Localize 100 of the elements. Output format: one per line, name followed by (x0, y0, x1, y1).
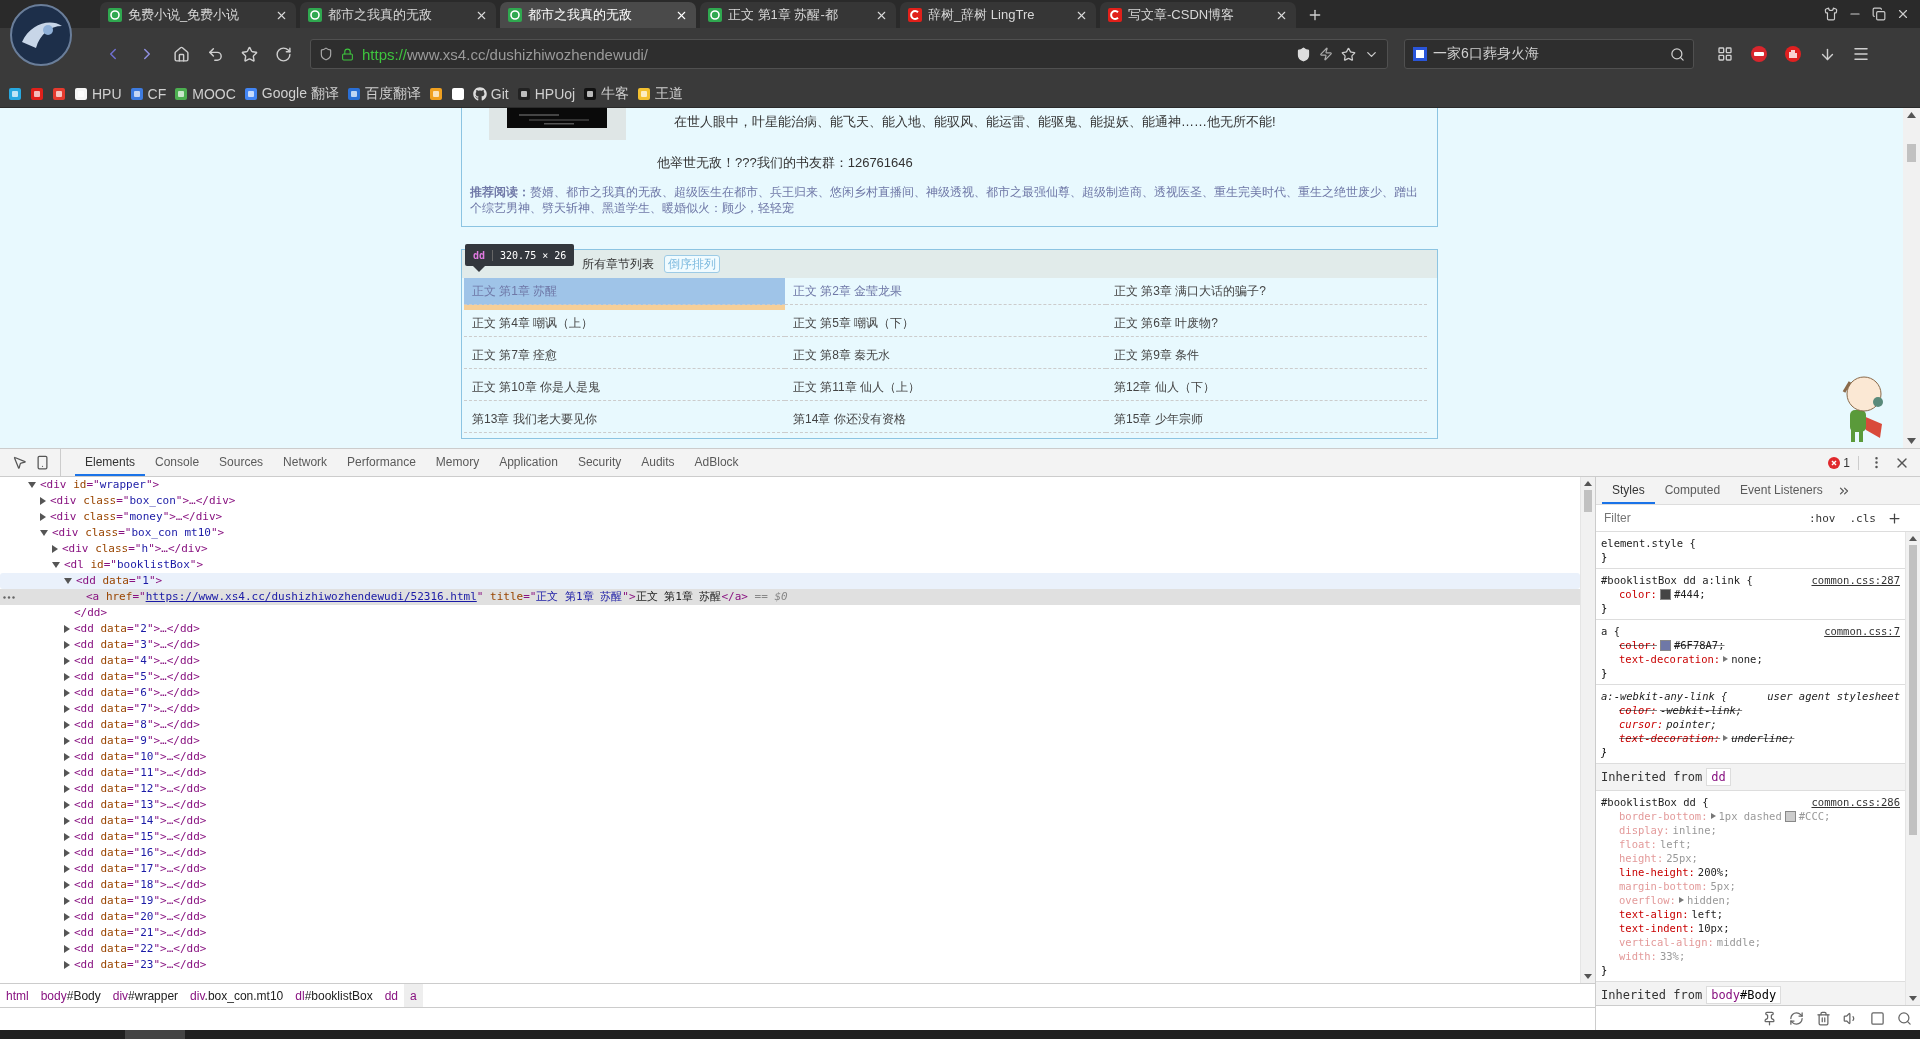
scroll-up-icon[interactable] (1907, 112, 1916, 118)
dom-node-line[interactable]: <dd data="3">…</dd> (0, 637, 1580, 653)
chapter-link[interactable]: 正文 第6章 叶废物? (1106, 310, 1427, 337)
dom-node-line[interactable]: <dd data="15">…</dd> (0, 829, 1580, 845)
chapter-link[interactable]: 正文 第2章 金莹龙果 (785, 278, 1106, 305)
scroll-thumb[interactable] (1907, 144, 1916, 162)
bookmark-link[interactable]: MOOC (174, 85, 236, 102)
scroll-up-icon[interactable] (1909, 536, 1917, 541)
bookmark-link[interactable]: Google 翻译 (243, 84, 339, 103)
bookmark-link[interactable]: 王道 (637, 84, 684, 103)
devtools-tab[interactable]: AdBlock (684, 449, 749, 476)
devtools-tab[interactable]: Security (567, 449, 632, 476)
bookmark-link[interactable]: 百度翻译 (346, 84, 421, 103)
scroll-thumb[interactable] (1584, 490, 1592, 512)
dom-node-line[interactable]: <dd data="2">…</dd> (0, 621, 1580, 637)
expand-arrow-icon[interactable] (64, 785, 70, 793)
browser-tab[interactable]: 都市之我真的无敌 (300, 2, 496, 28)
dom-node-line[interactable]: <dd data="11">…</dd> (0, 765, 1580, 781)
expand-arrow-icon[interactable] (64, 817, 70, 825)
breadcrumb-item[interactable]: div.box_con.mt10 (184, 984, 290, 1007)
bookmark-icon-link[interactable] (30, 86, 44, 101)
color-swatch[interactable] (1659, 639, 1671, 651)
dom-node-line[interactable]: <div class="box_con mt10"> (0, 525, 1580, 541)
hover-state-toggle[interactable]: :hov (1806, 511, 1839, 525)
dom-node-line[interactable]: <dd data="19">…</dd> (0, 893, 1580, 909)
dom-node-line[interactable]: <div id="wrapper"> (0, 477, 1580, 493)
dom-node-line[interactable]: <dd data="23">…</dd> (0, 957, 1580, 973)
address-bar[interactable]: https://www.xs4.cc/dushizhiwozhendewudi/ (310, 39, 1388, 69)
dom-node-line[interactable]: <dd data="16">…</dd> (0, 845, 1580, 861)
styles-tab[interactable]: Computed (1654, 477, 1731, 504)
styles-tab[interactable]: Styles (1602, 477, 1655, 504)
devtools-tab[interactable]: Application (489, 449, 568, 476)
chapter-link[interactable]: 第12章 仙人（下） (1106, 374, 1427, 401)
lightning-icon[interactable] (1319, 47, 1333, 61)
expand-arrow-icon[interactable] (1723, 656, 1729, 662)
expand-arrow-icon[interactable] (64, 673, 70, 681)
chapter-link[interactable]: 正文 第4章 嘲讽（上） (464, 310, 785, 337)
chapter-link[interactable]: 第13章 我们老大要见你 (464, 406, 785, 433)
class-toggle[interactable]: .cls (1846, 511, 1879, 525)
dom-node-line[interactable]: <dd data="14">…</dd> (0, 813, 1580, 829)
breadcrumb-item[interactable]: html (0, 984, 35, 1007)
expand-arrow-icon[interactable] (40, 530, 48, 536)
expand-arrow-icon[interactable] (40, 513, 46, 521)
expand-arrow-icon[interactable] (64, 705, 70, 713)
scroll-down-icon[interactable] (1584, 974, 1592, 979)
dom-node-line[interactable]: <dd data="13">…</dd> (0, 797, 1580, 813)
bookmark-icon-link[interactable] (428, 86, 443, 101)
dom-node-line[interactable]: <dd data="18">…</dd> (0, 877, 1580, 893)
dom-node-line[interactable]: <dd data="5">…</dd> (0, 669, 1580, 685)
element-link[interactable]: dd (1706, 768, 1731, 786)
element-link[interactable]: body#Body (1706, 986, 1782, 1004)
expand-arrow-icon[interactable] (64, 881, 70, 889)
color-swatch[interactable] (1784, 810, 1796, 822)
dom-node-line[interactable]: <dd data="12">…</dd> (0, 781, 1580, 797)
chapter-link[interactable]: 正文 第9章 条件 (1106, 342, 1427, 369)
dom-node-line[interactable]: <dd data="20">…</dd> (0, 909, 1580, 925)
refresh-icon[interactable] (1789, 1010, 1804, 1026)
styles-scrollbar[interactable] (1905, 532, 1920, 1005)
elements-scrollbar[interactable] (1580, 477, 1595, 983)
expand-arrow-icon[interactable] (64, 865, 70, 873)
expand-arrow-icon[interactable] (64, 689, 70, 697)
chapter-link[interactable]: 正文 第11章 仙人（上） (785, 374, 1106, 401)
browser-tab[interactable]: 正文 第1章 苏醒-都 (700, 2, 896, 28)
error-count-badge[interactable]: 1 (1828, 455, 1859, 470)
expand-arrow-icon[interactable] (40, 497, 46, 505)
devtools-tab[interactable]: Console (145, 449, 210, 476)
bookmark-icon-link[interactable] (52, 86, 66, 101)
source-link[interactable]: common.css:7 (1824, 624, 1900, 638)
search-field[interactable]: 一家6口葬身火海 (1404, 39, 1694, 69)
expand-arrow-icon[interactable] (64, 657, 70, 665)
dom-node-line[interactable]: <dd data="8">…</dd> (0, 717, 1580, 733)
expand-arrow-icon[interactable] (1723, 735, 1729, 741)
breadcrumb-item[interactable]: a (404, 984, 423, 1007)
browser-tab[interactable]: 免费小说_免费小说 (100, 2, 296, 28)
dom-node-line[interactable]: <dd data="10">…</dd> (0, 749, 1580, 765)
breadcrumb-item[interactable]: dd (378, 984, 405, 1007)
expand-arrow-icon[interactable] (28, 482, 36, 488)
square-icon[interactable] (1870, 1010, 1885, 1026)
breadcrumb-item[interactable]: div#wrapper (106, 984, 185, 1007)
chapter-link[interactable]: 正文 第7章 痊愈 (464, 342, 785, 369)
dom-node-line[interactable]: <div class="money">…</div> (0, 509, 1580, 525)
scroll-up-icon[interactable] (1584, 481, 1592, 486)
bookmark-link[interactable]: 牛客 (583, 84, 630, 103)
dom-node-line[interactable]: <dd data="6">…</dd> (0, 685, 1580, 701)
close-icon[interactable] (1896, 7, 1910, 21)
expand-arrow-icon[interactable] (1710, 813, 1716, 819)
page-scrollbar[interactable] (1903, 108, 1920, 448)
expand-arrow-icon[interactable] (1678, 897, 1684, 903)
dom-node-line[interactable]: <dd data="17">…</dd> (0, 861, 1580, 877)
breadcrumb-item[interactable]: dl#booklistBox (289, 984, 379, 1007)
bookmark-link[interactable]: HPUoj (516, 85, 576, 102)
devtools-tab[interactable]: Sources (209, 449, 274, 476)
restore-icon[interactable] (1872, 7, 1886, 21)
devtools-tab[interactable]: Network (273, 449, 338, 476)
bookmark-link[interactable]: HPU (74, 85, 122, 102)
browser-tab[interactable]: 辞树_辞树 LingTre (900, 2, 1096, 28)
pin-icon[interactable] (1762, 1010, 1777, 1026)
add-rule-icon[interactable] (1887, 510, 1902, 526)
chapter-link[interactable]: 第15章 少年宗师 (1106, 406, 1427, 433)
dom-node-line[interactable]: <dd data="21">…</dd> (0, 925, 1580, 941)
